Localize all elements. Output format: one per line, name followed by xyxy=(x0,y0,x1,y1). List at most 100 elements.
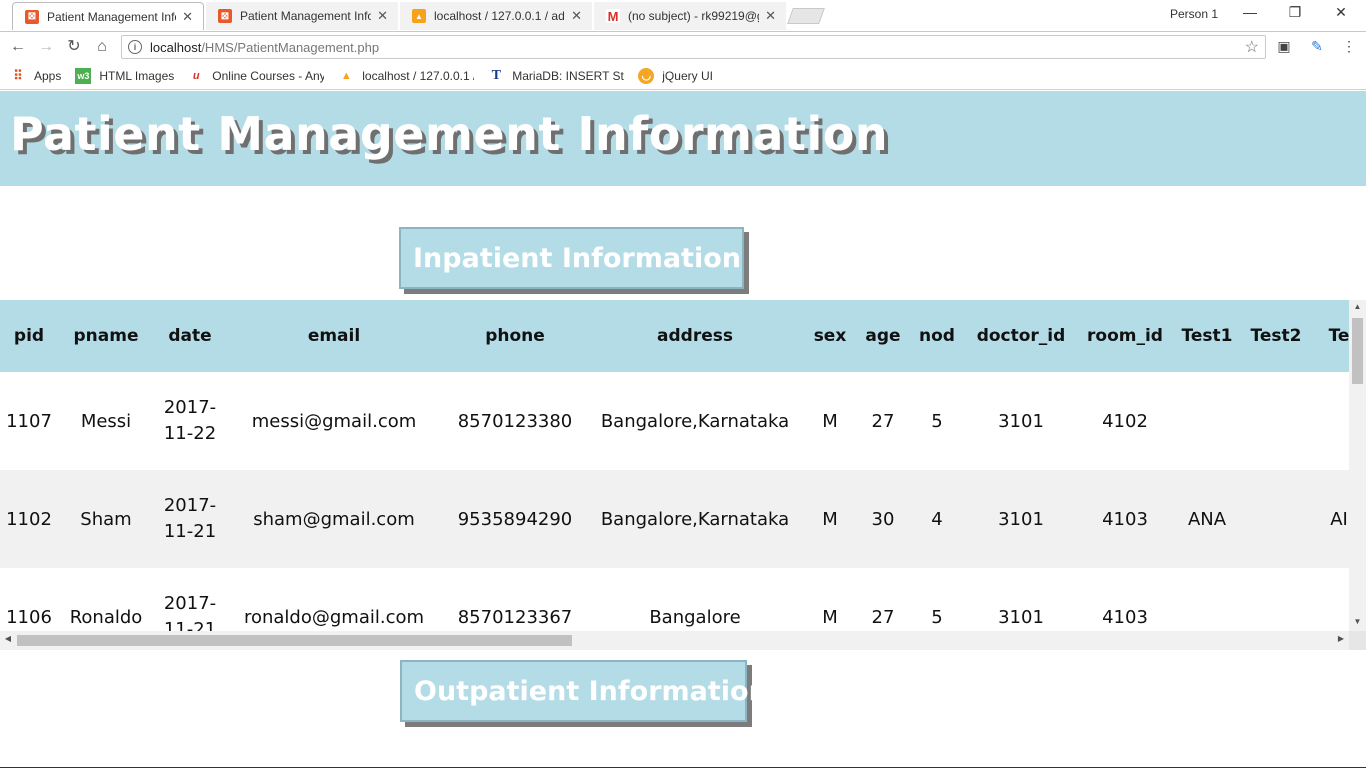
page-header-banner: Patient Management Information xyxy=(0,91,1366,186)
minimize-button[interactable]: — xyxy=(1227,4,1273,24)
tab-title: (no subject) - rk99219@g xyxy=(628,9,760,23)
apps-grid-icon: ⠿ xyxy=(13,67,23,83)
w3schools-icon: w3 xyxy=(75,67,92,84)
back-arrow-icon[interactable]: ← xyxy=(6,36,30,58)
bookmark-mariadb[interactable]: T MariaDB: INSERT State xyxy=(488,67,625,84)
bookmarks-bar: ⠿ Apps w3 HTML Images u Online Courses -… xyxy=(0,62,1366,90)
cell-room-id: 4103 xyxy=(1076,470,1174,568)
outpatient-information-button[interactable]: Outpatient Information xyxy=(400,660,768,722)
close-tab-icon[interactable]: ✕ xyxy=(765,8,776,24)
jquery-icon: ◡ xyxy=(638,67,655,84)
column-header-test1: Test1 xyxy=(1174,300,1240,372)
cell-email: messi@gmail.com xyxy=(226,372,442,470)
cell-phone: 9535894290 xyxy=(442,470,588,568)
scrollbar-corner xyxy=(1349,631,1366,650)
bookmark-phpmyadmin[interactable]: ▲ localhost / 127.0.0.1 / xyxy=(338,68,474,84)
bookmark-jquery-ui[interactable]: ◡ jQuery UI xyxy=(638,67,713,84)
url-host: localhost xyxy=(150,39,202,55)
tab-title: Patient Management Info xyxy=(47,9,177,24)
cell-sex: M xyxy=(802,372,858,470)
cell-pid: 1107 xyxy=(0,372,58,470)
udemy-icon: u xyxy=(192,69,200,82)
browser-tab-4[interactable]: M (no subject) - rk99219@g ✕ xyxy=(594,2,786,30)
cell-test2 xyxy=(1240,470,1312,568)
inpatient-table: pid pname date email phone address sex a… xyxy=(0,300,1366,650)
extension-icon[interactable]: ▣ xyxy=(1275,38,1293,56)
horizontal-scroll-thumb[interactable] xyxy=(17,635,572,646)
scroll-down-arrow-icon[interactable]: ▼ xyxy=(1349,617,1366,629)
phpmyadmin-icon: ▲ xyxy=(340,69,352,82)
url-path: /HMS/PatientManagement.php xyxy=(201,39,380,55)
table-row: 1107 Messi 2017-11-22 messi@gmail.com 85… xyxy=(0,372,1366,470)
phpmyadmin-icon: ▲ xyxy=(412,9,426,23)
close-tab-icon[interactable]: ✕ xyxy=(571,8,582,24)
browser-tab-1[interactable]: ⊠ Patient Management Info ✕ xyxy=(12,2,204,30)
vertical-scroll-thumb[interactable] xyxy=(1352,318,1363,384)
forward-arrow-icon[interactable]: → xyxy=(34,36,58,58)
cell-date: 2017-11-22 xyxy=(154,372,226,470)
mariadb-icon: T xyxy=(491,67,501,83)
table-header-row: pid pname date email phone address sex a… xyxy=(0,300,1366,372)
tab-title: localhost / 127.0.0.1 / adr xyxy=(434,9,566,23)
inpatient-table-container[interactable]: pid pname date email phone address sex a… xyxy=(0,300,1366,650)
inpatient-information-button[interactable]: Inpatient Information xyxy=(399,227,744,289)
cell-email: sham@gmail.com xyxy=(226,470,442,568)
column-header-email: email xyxy=(226,300,442,372)
cell-nod: 4 xyxy=(908,470,966,568)
cell-address: Bangalore,Karnataka xyxy=(588,470,802,568)
column-header-pname: pname xyxy=(58,300,154,372)
bookmark-online-courses[interactable]: u Online Courses - Any xyxy=(188,68,324,84)
vertical-scrollbar[interactable]: ▲ ▼ xyxy=(1349,300,1366,631)
browser-tab-3[interactable]: ▲ localhost / 127.0.0.1 / adr ✕ xyxy=(400,2,592,30)
cell-test1: ANA xyxy=(1174,470,1240,568)
cell-age: 27 xyxy=(858,372,908,470)
profile-button[interactable]: Person 1 xyxy=(1170,7,1218,21)
close-tab-icon[interactable]: ✕ xyxy=(377,8,388,24)
reload-icon[interactable]: ↻ xyxy=(62,36,86,58)
close-window-button[interactable]: ✕ xyxy=(1318,4,1364,24)
info-icon[interactable]: i xyxy=(128,40,142,54)
cell-date: 2017-11-21 xyxy=(154,470,226,568)
cell-sex: M xyxy=(802,470,858,568)
bookmark-apps[interactable]: ⠿ Apps xyxy=(10,68,61,84)
xampp-icon: ⊠ xyxy=(218,9,232,23)
column-header-address: address xyxy=(588,300,802,372)
column-header-room-id: room_id xyxy=(1076,300,1174,372)
cell-pid: 1102 xyxy=(0,470,58,568)
new-tab-button[interactable] xyxy=(787,8,825,24)
cell-test1 xyxy=(1174,372,1240,470)
column-header-pid: pid xyxy=(0,300,58,372)
cell-doctor-id: 3101 xyxy=(966,470,1076,568)
column-header-doctor-id: doctor_id xyxy=(966,300,1076,372)
bookmark-html-images[interactable]: w3 HTML Images xyxy=(75,67,174,84)
scroll-right-arrow-icon[interactable]: ▶ xyxy=(1335,634,1347,646)
column-header-age: age xyxy=(858,300,908,372)
scroll-up-arrow-icon[interactable]: ▲ xyxy=(1349,302,1366,314)
cell-phone: 8570123380 xyxy=(442,372,588,470)
url-input[interactable]: i localhost /HMS/PatientManagement.php ☆ xyxy=(121,35,1266,59)
column-header-phone: phone xyxy=(442,300,588,372)
cell-doctor-id: 3101 xyxy=(966,372,1076,470)
bookmark-star-icon[interactable]: ☆ xyxy=(1245,37,1259,57)
browser-tab-2[interactable]: ⊠ Patient Management Info ✕ xyxy=(206,2,398,30)
horizontal-scrollbar[interactable]: ◀ ▶ xyxy=(0,631,1349,650)
cell-pname: Sham xyxy=(58,470,154,568)
cell-age: 30 xyxy=(858,470,908,568)
column-header-sex: sex xyxy=(802,300,858,372)
column-header-date: date xyxy=(154,300,226,372)
address-bar-row: ← → ↻ ⌂ i localhost /HMS/PatientManageme… xyxy=(0,32,1366,62)
cell-nod: 5 xyxy=(908,372,966,470)
cell-room-id: 4102 xyxy=(1076,372,1174,470)
scroll-left-arrow-icon[interactable]: ◀ xyxy=(2,634,14,646)
gmail-icon: M xyxy=(606,8,620,24)
eyedropper-extension-icon[interactable]: ✎ xyxy=(1308,38,1326,56)
column-header-test2: Test2 xyxy=(1240,300,1312,372)
xampp-icon: ⊠ xyxy=(25,9,39,24)
page-content: Patient Management Information Inpatient… xyxy=(0,91,1366,768)
restore-button[interactable]: ❐ xyxy=(1272,4,1318,24)
home-icon[interactable]: ⌂ xyxy=(90,36,114,58)
cell-address: Bangalore,Karnataka xyxy=(588,372,802,470)
tab-strip: ⊠ Patient Management Info ✕ ⊠ Patient Ma… xyxy=(0,0,1366,32)
menu-kebab-icon[interactable]: ⋮ xyxy=(1340,38,1358,56)
close-tab-icon[interactable]: ✕ xyxy=(182,9,193,25)
